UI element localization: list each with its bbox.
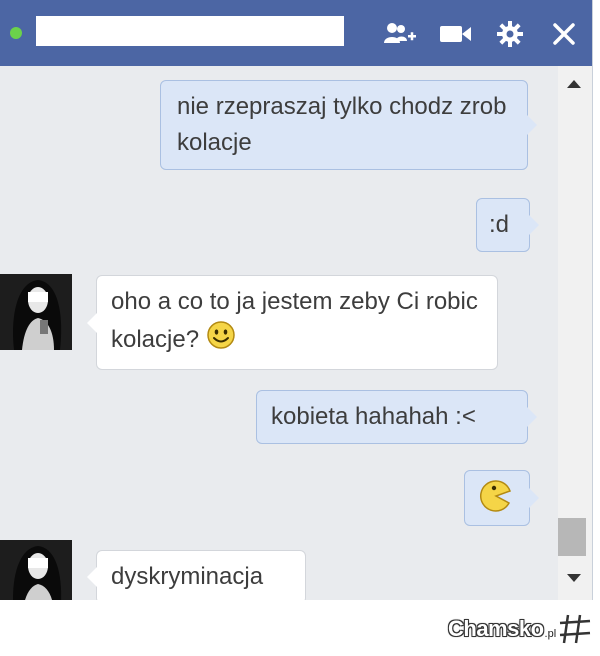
- outgoing-message: :d: [476, 198, 539, 252]
- smiley-icon: [206, 320, 236, 361]
- incoming-message: oho a co to ja jestem zeby Ci robic kola…: [87, 275, 498, 370]
- chat-window: nie rzepraszaj tylko chodz zrob kolacje …: [0, 0, 593, 600]
- outgoing-message: kobieta hahahah :<: [256, 390, 537, 444]
- redacted-contact-name: [36, 16, 344, 46]
- message-text: oho a co to ja jestem zeby Ci robic kola…: [111, 288, 478, 353]
- chat-titlebar: [0, 0, 592, 66]
- message-text: dyskryminacja: [111, 563, 264, 590]
- add-friend-icon[interactable]: [380, 18, 420, 50]
- outgoing-message: nie rzepraszaj tylko chodz zrob kolacje: [160, 80, 537, 170]
- avatar[interactable]: [0, 540, 72, 600]
- watermark-suffix: .pl: [544, 628, 557, 640]
- gear-icon[interactable]: [490, 18, 530, 50]
- online-status-icon: [10, 27, 22, 39]
- incoming-message: dyskryminacja: [87, 550, 306, 600]
- pacman-icon: [479, 479, 513, 524]
- scroll-up-arrow-icon[interactable]: [567, 80, 581, 88]
- scroll-down-arrow-icon[interactable]: [567, 574, 581, 582]
- video-call-icon[interactable]: [436, 18, 476, 50]
- message-list[interactable]: nie rzepraszaj tylko chodz zrob kolacje …: [0, 66, 558, 600]
- grid-logo-icon: [560, 614, 591, 644]
- scrollbar-thumb[interactable]: [558, 518, 586, 556]
- message-text: nie rzepraszaj tylko chodz zrob kolacje: [177, 93, 507, 156]
- watermark-text: Chamsko: [448, 616, 544, 641]
- message-text: kobieta hahahah :<: [271, 403, 476, 430]
- watermark: Chamsko .pl: [448, 614, 592, 644]
- scrollbar[interactable]: [558, 66, 592, 600]
- message-text: :d: [489, 211, 510, 238]
- outgoing-message: [464, 470, 539, 526]
- close-icon[interactable]: [544, 18, 584, 50]
- avatar[interactable]: [0, 274, 72, 350]
